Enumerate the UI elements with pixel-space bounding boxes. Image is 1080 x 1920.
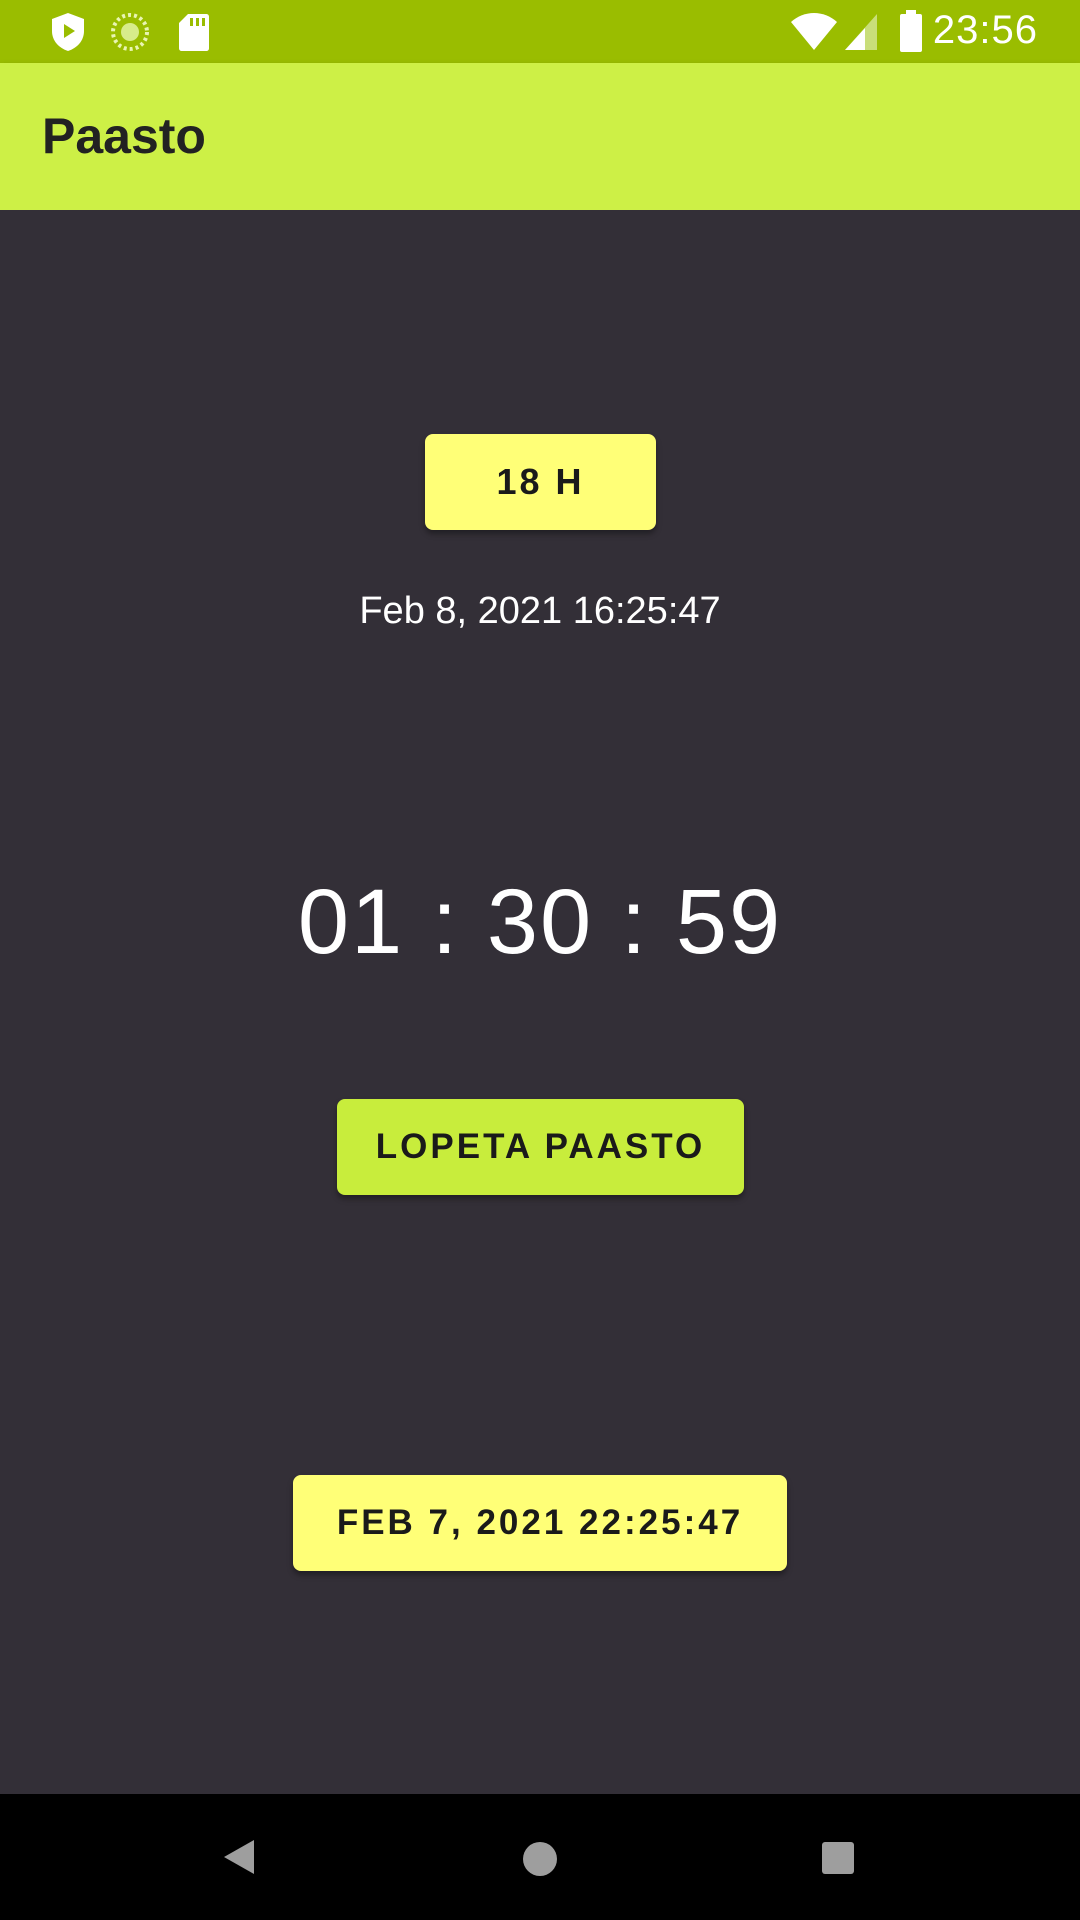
home-icon[interactable] [522, 1841, 558, 1877]
sync-icon [111, 13, 149, 51]
fast-duration-button[interactable]: 18 H [425, 434, 656, 530]
app-title: Paasto [42, 108, 206, 164]
shield-play-icon [52, 13, 84, 51]
navigation-bar [0, 1794, 1080, 1920]
status-bar: 23:56 [0, 0, 1080, 63]
recents-icon[interactable] [821, 1841, 855, 1875]
fast-start-datetime-button[interactable]: FEB 7, 2021 22:25:47 [293, 1475, 787, 1571]
stop-fast-button[interactable]: LOPETA PAASTO [337, 1099, 744, 1195]
screen: 23:56 Paasto 18 H Feb 8, 2021 16:25:47 0… [0, 0, 1080, 1920]
fast-end-datetime: Feb 8, 2021 16:25:47 [359, 590, 721, 632]
signal-icon [845, 14, 877, 50]
app-bar: Paasto [0, 63, 1080, 210]
wifi-icon [791, 13, 837, 50]
status-time: 23:56 [932, 8, 1038, 52]
main-content: 18 H Feb 8, 2021 16:25:47 01 : 30 : 59 L… [0, 210, 1080, 1794]
back-icon[interactable] [222, 1838, 256, 1876]
battery-icon [900, 10, 922, 52]
countdown-timer: 01 : 30 : 59 [297, 871, 783, 973]
sd-card-icon [179, 14, 209, 51]
